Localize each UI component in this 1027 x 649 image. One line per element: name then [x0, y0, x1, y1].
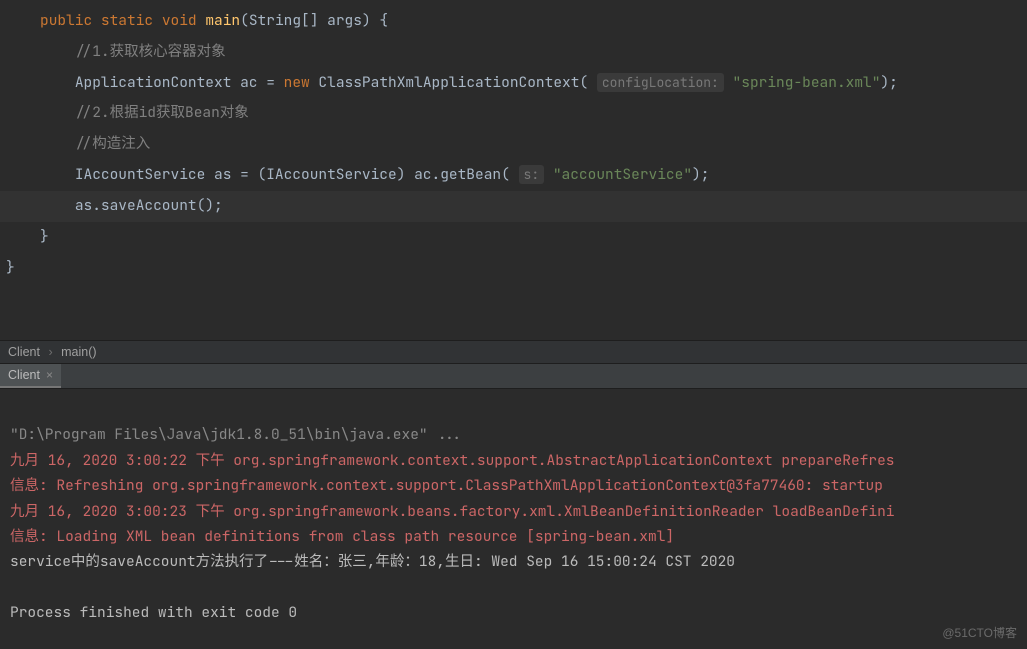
method-params: (String[] args) { — [240, 11, 388, 30]
declaration: ApplicationContext ac = — [75, 73, 284, 92]
param-hint: s: — [519, 165, 545, 184]
console-tab-bar: Client × — [0, 364, 1027, 389]
code-line[interactable]: ApplicationContext ac = new ClassPathXml… — [0, 68, 1027, 99]
brace: } — [6, 258, 15, 277]
watermark: @51CTO博客 — [942, 624, 1017, 641]
code-line[interactable]: //1.获取核心容器对象 — [0, 37, 1027, 68]
code-line[interactable]: } — [0, 253, 1027, 284]
code-line[interactable]: public static void main(String[] args) { — [0, 6, 1027, 37]
brace: } — [40, 227, 49, 246]
tab-label: Client — [8, 368, 40, 382]
code-editor[interactable]: public static void main(String[] args) {… — [0, 0, 1027, 340]
keyword-void: void — [162, 11, 197, 30]
breadcrumb: Client › main() — [0, 340, 1027, 364]
breadcrumb-separator: › — [48, 345, 52, 359]
code-line[interactable]: //构造注入 — [0, 129, 1027, 160]
console-line: Process finished with exit code 0 — [10, 603, 297, 622]
console-tab-client[interactable]: Client × — [0, 364, 61, 388]
comment: //2.根据id获取Bean对象 — [75, 103, 249, 122]
console-line: 信息: Refreshing org.springframework.conte… — [10, 476, 892, 495]
class-ref: ClassPathXmlApplicationContext( — [310, 73, 597, 92]
console-line: 信息: Loading XML bean definitions from cl… — [10, 527, 674, 546]
code-line[interactable]: //2.根据id获取Bean对象 — [0, 98, 1027, 129]
close-icon[interactable]: × — [46, 368, 53, 382]
console-line: "D:\Program Files\Java\jdk1.8.0_51\bin\j… — [10, 425, 462, 444]
string-literal: "accountService" — [544, 165, 692, 184]
comment: //构造注入 — [75, 134, 150, 153]
declaration: IAccountService as = (IAccountService) a… — [75, 165, 519, 184]
code-line-highlighted[interactable]: as.saveAccount(); — [0, 191, 1027, 222]
statement: as.saveAccount(); — [75, 196, 223, 215]
punct: ); — [880, 73, 897, 92]
breadcrumb-item[interactable]: Client — [8, 345, 40, 359]
console-output[interactable]: "D:\Program Files\Java\jdk1.8.0_51\bin\j… — [0, 389, 1027, 633]
param-hint: configLocation: — [597, 73, 724, 92]
breadcrumb-item[interactable]: main() — [61, 345, 96, 359]
console-line: 九月 16, 2020 3:00:23 下午 org.springframewo… — [10, 502, 895, 521]
code-line[interactable]: } — [0, 222, 1027, 253]
console-line: service中的saveAccount方法执行了---姓名：张三,年龄：18,… — [10, 552, 735, 571]
keyword-public: public — [40, 11, 92, 30]
keyword-new: new — [284, 73, 310, 92]
punct: ); — [692, 165, 709, 184]
comment: //1.获取核心容器对象 — [75, 42, 226, 61]
console-line: 九月 16, 2020 3:00:22 下午 org.springframewo… — [10, 451, 895, 470]
keyword-static: static — [101, 11, 153, 30]
code-line[interactable]: IAccountService as = (IAccountService) a… — [0, 160, 1027, 191]
method-name: main — [205, 11, 240, 30]
string-literal: "spring-bean.xml" — [724, 73, 881, 92]
